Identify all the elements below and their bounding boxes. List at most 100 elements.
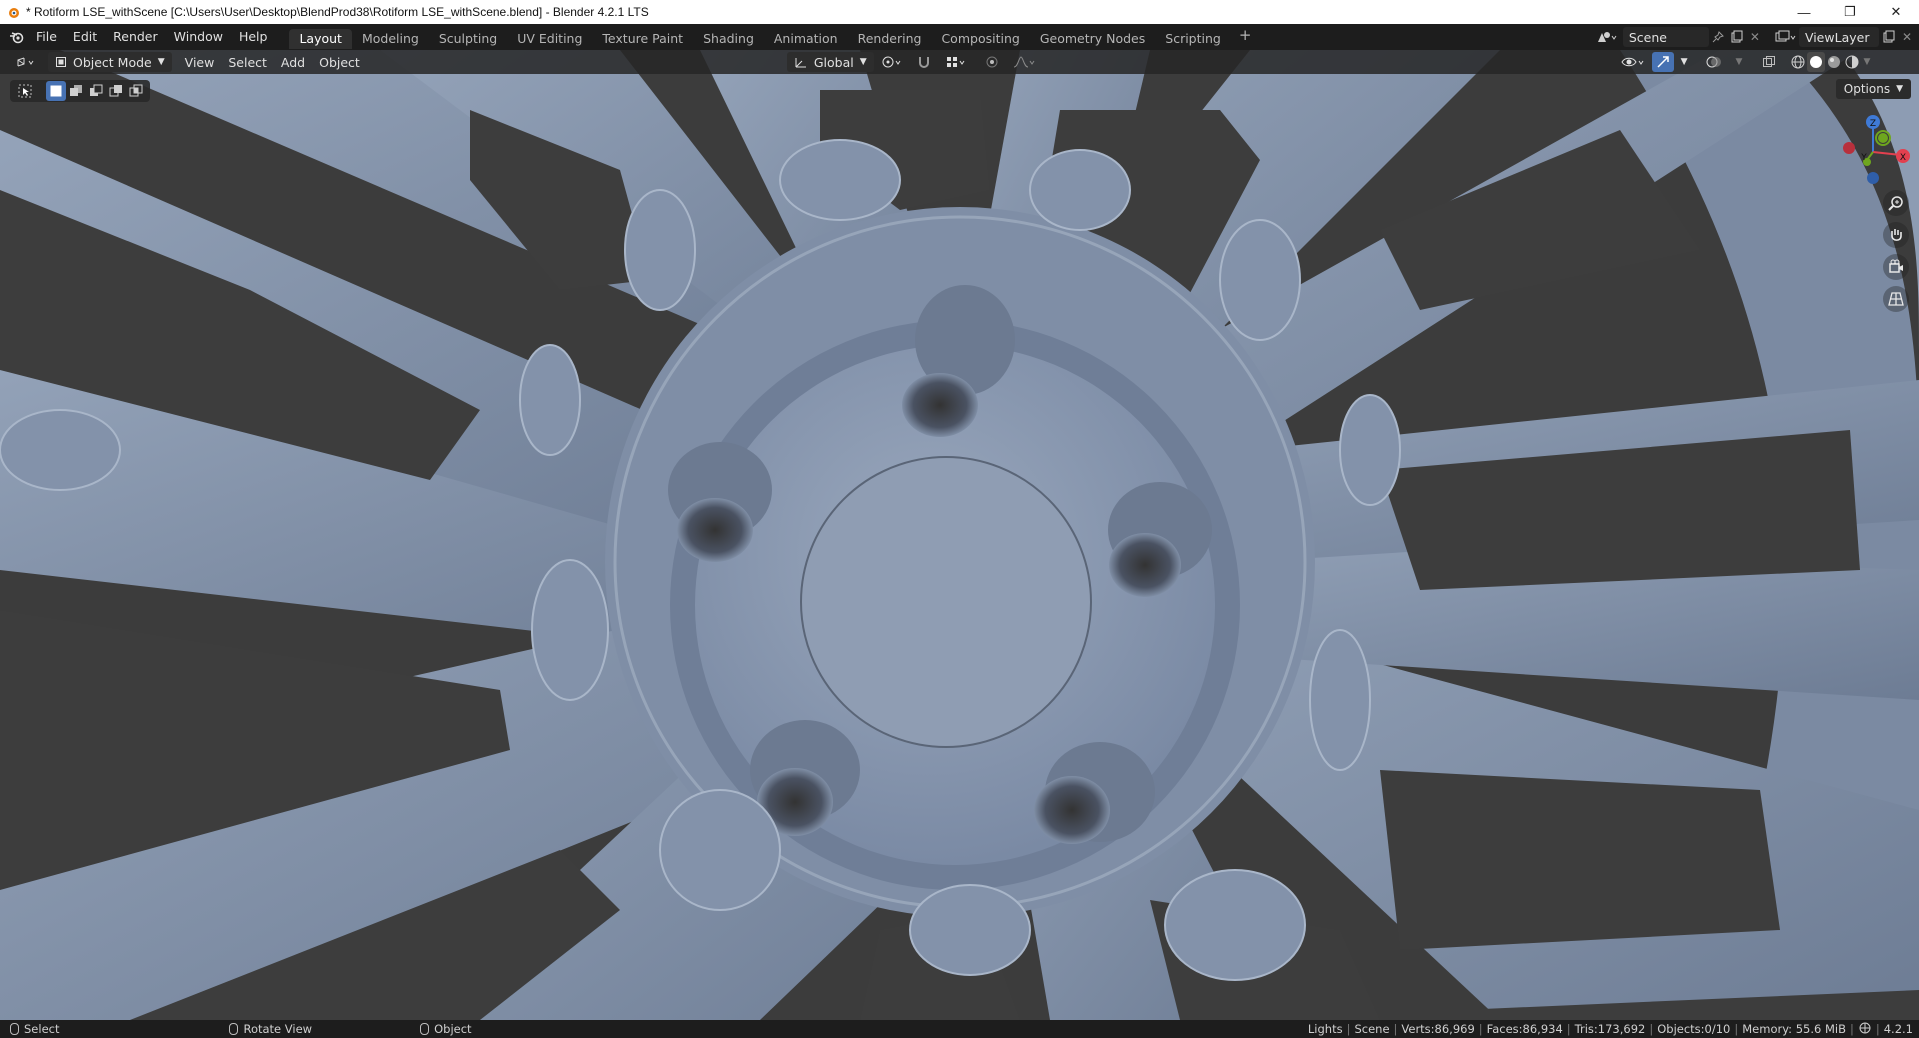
tab-sculpting[interactable]: Sculpting [429,29,507,49]
blender-menu-icon[interactable] [6,27,28,47]
options-dropdown[interactable]: Options ▼ [1835,79,1911,99]
menu-edit[interactable]: Edit [65,24,105,50]
transform-orientation-label: Global [813,54,854,70]
tab-shading[interactable]: Shading [693,29,764,49]
menu-render[interactable]: Render [105,24,166,50]
separator: | [1478,1022,1483,1036]
scene-statistics: Lights | Scene | Verts:86,969 | Faces:86,93… [1308,1020,1913,1038]
overlays-dropdown-icon[interactable]: ▼ [1729,52,1750,72]
select-mode-extend-icon[interactable] [66,81,86,101]
new-view-layer-icon[interactable] [1879,27,1899,47]
object-mode-icon [56,57,66,67]
menu-view[interactable]: View [178,52,222,72]
menu-window[interactable]: Window [166,24,231,50]
scene-name: Scene [1628,29,1667,45]
select-mode-subtract-icon[interactable] [86,81,106,101]
select-mode-new-icon[interactable] [46,81,66,101]
gizmo-neg-x-axis[interactable] [1843,142,1855,154]
wireframe-shading-icon[interactable] [1789,52,1807,72]
menu-file[interactable]: File [28,24,65,50]
object-mode-dropdown[interactable]: Object Mode ▼ [48,52,172,72]
xray-toggle-icon[interactable] [1755,52,1783,72]
delete-scene-icon[interactable]: ✕ [1747,27,1763,47]
menu-select[interactable]: Select [221,52,274,72]
tab-compositing[interactable]: Compositing [931,29,1029,49]
material-shading-icon[interactable] [1825,52,1843,72]
window-titlebar: * Rotiform LSE_withScene [C:\Users\User\… [0,0,1919,24]
view-layer-type-icon[interactable] [1771,27,1799,47]
status-hint-rotate: Rotate View [229,1022,312,1036]
blender-logo-icon [9,8,19,18]
rendered-shading-icon[interactable] [1843,52,1861,72]
status-hint-object: Object [420,1022,472,1036]
stat-tris: Tris:173,692 [1574,1022,1646,1036]
select-mode-intersect-icon[interactable] [126,81,146,101]
tab-uv-editing[interactable]: UV Editing [507,29,592,49]
zoom-icon[interactable] [1883,190,1909,216]
select-mode-invert-icon[interactable] [106,81,126,101]
3d-viewport[interactable] [0,50,1919,1020]
scene-name-field[interactable]: Scene [1622,27,1709,47]
solid-shading-icon[interactable] [1807,52,1826,72]
snap-target-icon[interactable] [938,52,974,72]
shading-dropdown-icon[interactable]: ▼ [1861,52,1872,72]
gizmo-y-axis[interactable] [1878,133,1888,143]
status-bar: Select Rotate View Object Lights | Scene |… [0,1020,1919,1038]
network-icon [1858,1022,1872,1037]
tab-texture-paint[interactable]: Texture Paint [592,29,693,49]
orientation-icon [795,58,806,68]
menu-object[interactable]: Object [312,52,367,72]
tool-settings [10,80,150,102]
options-label: Options [1843,82,1891,96]
tab-modeling[interactable]: Modeling [352,29,429,49]
close-button[interactable]: ✕ [1873,0,1919,24]
add-workspace-button[interactable]: + [1231,26,1260,49]
delete-view-layer-icon[interactable]: ✕ [1899,27,1915,47]
gizmo-x-label: X [1900,153,1906,163]
view-layer-name: ViewLayer [1804,29,1870,45]
visibility-icon[interactable] [1614,52,1652,72]
proportional-editing-icon[interactable] [978,52,1006,72]
view-layer-field[interactable]: ViewLayer [1798,27,1879,47]
tab-layout[interactable]: Layout [289,28,352,49]
pin-icon[interactable] [1709,27,1727,47]
gizmo-y-label: Y [1860,153,1867,163]
tab-rendering[interactable]: Rendering [848,29,932,49]
select-tool-icon[interactable] [14,81,36,101]
tab-scripting[interactable]: Scripting [1155,29,1231,49]
tab-geometry-nodes[interactable]: Geometry Nodes [1030,29,1155,49]
falloff-curve-icon[interactable] [1006,52,1042,72]
window-title: * Rotiform LSE_withScene [C:\Users\User\… [26,5,649,19]
navigation-gizmo[interactable]: Z X Y [1835,110,1911,194]
snap-toggle-icon[interactable] [910,52,938,72]
camera-view-icon[interactable] [1883,254,1909,280]
gizmo-toggle-icon[interactable] [1651,52,1674,72]
menu-add[interactable]: Add [274,52,312,72]
tab-animation[interactable]: Animation [764,29,848,49]
wheel-render [0,50,1919,1020]
stat-verts: Verts:86,969 [1401,1022,1475,1036]
overlays-icon[interactable] [1699,52,1729,72]
pivot-point-icon[interactable] [874,52,910,72]
viewport-header: Object Mode ▼ View Select Add Object Glo… [0,50,1919,74]
stat-objects: Objects:0/10 [1657,1022,1731,1036]
separator: | [1566,1022,1571,1036]
mouse-left-icon [10,1023,19,1035]
menu-help[interactable]: Help [231,24,276,50]
editor-type-icon[interactable] [8,52,44,72]
minimize-button[interactable]: — [1781,0,1827,24]
top-bar: File Edit Render Window Help Layout Mode… [0,24,1919,50]
maximize-button[interactable]: ❐ [1827,0,1873,24]
stat-scene: Scene [1354,1022,1390,1036]
gizmo-z-label: Z [1870,119,1876,129]
gizmo-neg-z-axis[interactable] [1867,172,1879,184]
new-scene-icon[interactable] [1727,27,1747,47]
separator: | [1393,1022,1398,1036]
scene-type-icon[interactable] [1593,27,1621,47]
separator: | [1346,1022,1351,1036]
version-label: 4.2.1 [1883,1022,1913,1036]
pan-hand-icon[interactable] [1883,222,1909,248]
perspective-toggle-icon[interactable] [1883,286,1909,312]
transform-orientation-dropdown[interactable]: Global ▼ [786,52,874,72]
gizmo-dropdown-icon[interactable]: ▼ [1674,52,1695,72]
